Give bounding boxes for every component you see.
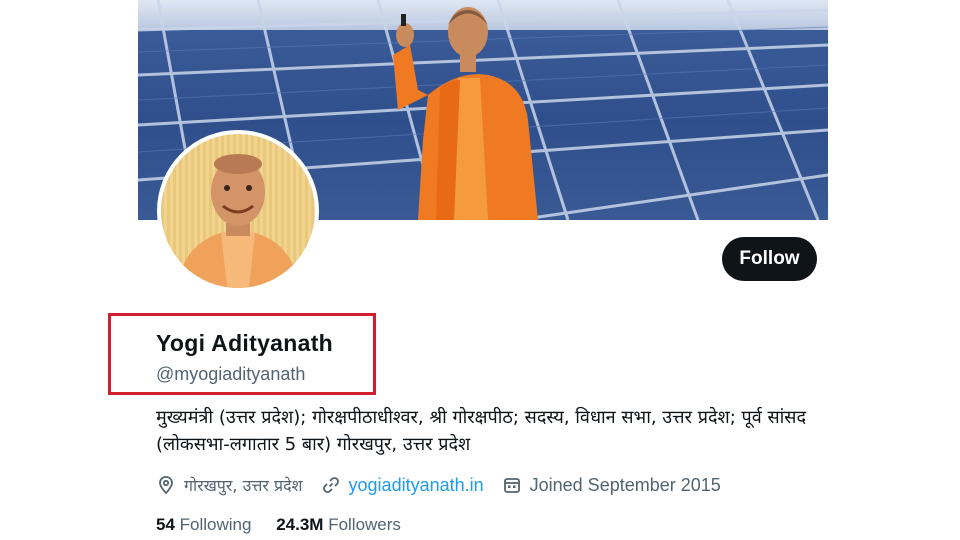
- following-link[interactable]: 54 Following: [156, 515, 256, 534]
- follow-stats: 54 Following 24.3M Followers: [156, 515, 421, 535]
- user-handle: @myogiadityanath: [156, 364, 306, 384]
- following-count: 54: [156, 515, 175, 534]
- display-name: Yogi Adityanath: [156, 330, 333, 356]
- profile-avatar[interactable]: [157, 130, 319, 292]
- banner-person-figure: [393, 7, 538, 220]
- location-pin-icon: [159, 476, 173, 495]
- calendar-icon: [503, 478, 520, 493]
- website-link[interactable]: yogiadityanath.in: [349, 475, 484, 496]
- link-icon: [322, 477, 339, 493]
- location-item: गोरखपुर, उत्तर प्रदेश: [156, 474, 303, 496]
- location-text: गोरखपुर, उत्तर प्रदेश: [184, 476, 303, 495]
- followers-count: 24.3M: [276, 515, 324, 534]
- website-item[interactable]: yogiadityanath.in: [321, 475, 484, 496]
- joined-item: Joined September 2015: [502, 475, 721, 496]
- avatar-portrait-image: [176, 154, 301, 288]
- joined-date: Joined September 2015: [529, 474, 721, 495]
- followers-link[interactable]: 24.3M Followers: [276, 515, 401, 534]
- follow-button[interactable]: Follow: [722, 237, 817, 281]
- profile-bio: मुख्यमंत्री (उत्तर प्रदेश); गोरक्षपीठाधी…: [156, 407, 807, 455]
- profile-meta-row: गोरखपुर, उत्तर प्रदेश yogiadityanath.in …: [156, 474, 739, 496]
- followers-label: Followers: [328, 515, 401, 534]
- following-label: Following: [179, 515, 252, 534]
